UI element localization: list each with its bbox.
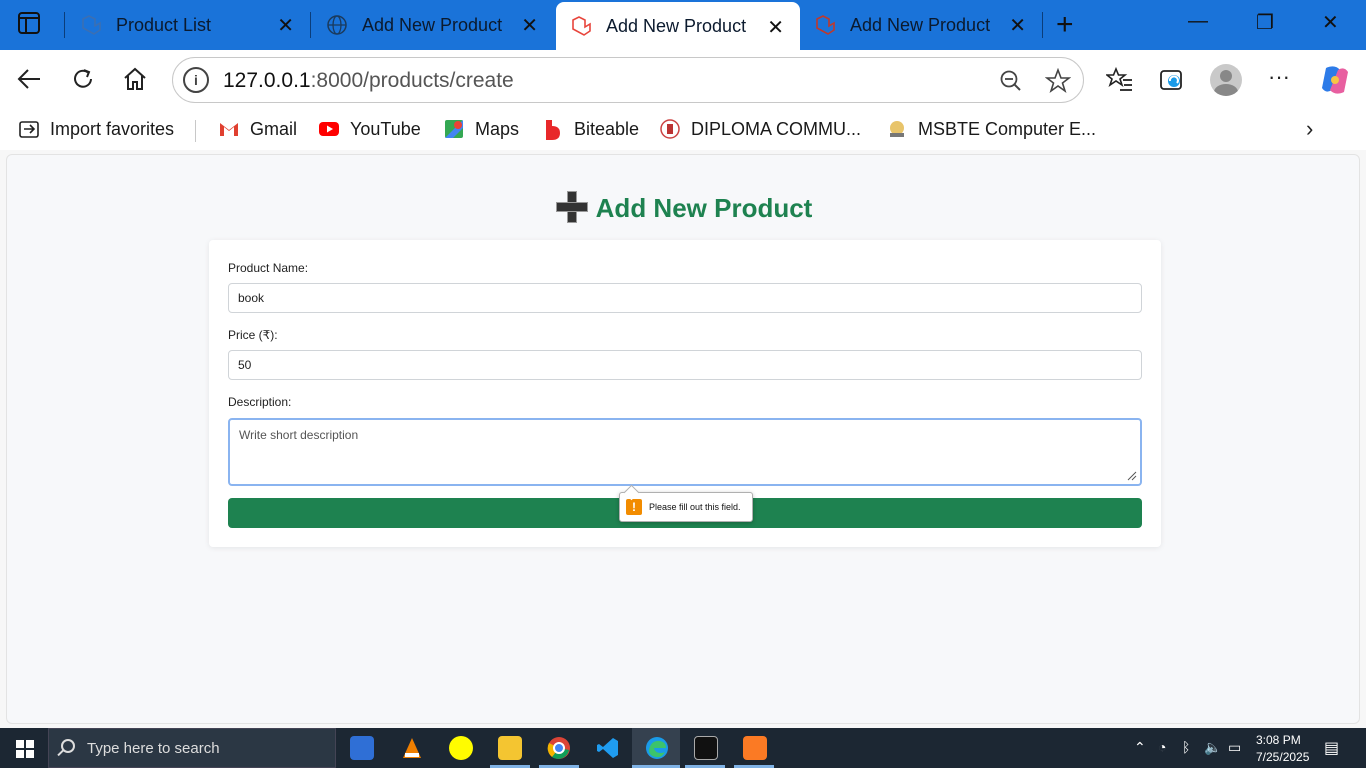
search-icon (61, 739, 75, 753)
validation-tooltip: ! Please fill out this field. (619, 492, 753, 522)
snapchat-icon[interactable] (449, 736, 473, 760)
biteable-icon (546, 120, 560, 140)
site-info-icon[interactable]: i (183, 67, 209, 93)
close-tab-icon[interactable]: ✕ (1009, 13, 1026, 38)
maps-icon (445, 120, 463, 138)
volume-icon[interactable]: 🔈 (1204, 739, 1221, 756)
file-explorer-icon[interactable] (498, 736, 522, 760)
new-tab-icon[interactable]: + (1056, 8, 1074, 42)
battery-icon[interactable]: ▭ (1228, 739, 1241, 756)
favorite-maps[interactable]: Maps (443, 118, 519, 140)
vscode-icon[interactable] (596, 736, 620, 760)
tab-title: Add New Product (362, 14, 503, 35)
notifications-icon[interactable]: ▤ (1324, 738, 1339, 758)
tab-separator (310, 12, 311, 38)
home-icon[interactable] (120, 64, 150, 94)
close-tab-icon[interactable]: ✕ (277, 13, 294, 38)
price-label: Price (₹): (228, 328, 278, 342)
taskbar-search-box[interactable]: Type here to search (48, 728, 336, 768)
description-placeholder: Write short description (239, 428, 359, 442)
close-window-icon[interactable]: ✕ (1322, 10, 1339, 35)
browser-title-bar: Product List ✕ Add New Product ✕ Add New… (0, 0, 1366, 50)
favorite-import[interactable]: Import favorites (18, 118, 174, 140)
windows-start-icon[interactable] (16, 740, 34, 758)
wifi-icon[interactable]: ◔ (1158, 739, 1166, 755)
product-name-input[interactable]: book (228, 283, 1142, 313)
favorites-separator (195, 120, 196, 142)
tab-product-list[interactable]: Product List ✕ (66, 0, 310, 50)
price-input[interactable]: 50 (228, 350, 1142, 380)
import-icon (19, 121, 39, 138)
page-title: Add New Product (7, 191, 1361, 224)
refresh-icon[interactable] (68, 64, 98, 94)
favorite-gmail[interactable]: Gmail (218, 118, 297, 140)
edge-icon[interactable] (645, 736, 669, 760)
address-bar-row: i 127.0.0.1:8000/products/create ··· (0, 50, 1366, 110)
terminal-icon[interactable] (694, 736, 718, 760)
laravel-icon (816, 15, 835, 35)
clock-time[interactable]: 3:08 PM (1256, 733, 1301, 747)
youtube-icon (319, 122, 339, 136)
resize-handle-icon[interactable] (1127, 471, 1137, 481)
back-icon[interactable] (14, 64, 44, 94)
windows-taskbar: Type here to search ⌃ ◔ ᛒ 🔈 ▭ 3:08 PM 7/… (0, 728, 1366, 768)
tab-title: Product List (116, 14, 212, 35)
xampp-icon[interactable] (743, 736, 767, 760)
chrome-icon[interactable] (547, 736, 571, 760)
favorite-diploma[interactable]: DIPLOMA COMMU... (659, 118, 861, 140)
tab-actions-icon[interactable] (18, 12, 40, 34)
clock-date[interactable]: 7/25/2025 (1256, 750, 1309, 764)
vlc-icon[interactable] (400, 736, 424, 760)
validation-message: Please fill out this field. (649, 502, 741, 512)
favorite-star-icon[interactable] (1045, 68, 1071, 94)
tab-add-new-product[interactable]: Add New Product ✕ (312, 0, 554, 50)
address-bar[interactable]: i 127.0.0.1:8000/products/create (172, 57, 1084, 103)
chevron-right-icon[interactable]: › (1306, 116, 1313, 142)
favorite-youtube[interactable]: YouTube (318, 118, 421, 140)
favorites-bar: Import favorites Gmail YouTube Maps Bite… (0, 110, 1366, 150)
gmail-icon (220, 123, 238, 136)
collections-icon[interactable] (1158, 66, 1186, 94)
microsoft-store-icon[interactable] (350, 736, 374, 760)
chevron-up-icon[interactable]: ⌃ (1134, 739, 1146, 756)
globe-icon (327, 15, 347, 35)
close-tab-icon[interactable]: ✕ (767, 15, 784, 40)
taskbar-search-placeholder: Type here to search (87, 739, 220, 757)
tab-add-new-product-2[interactable]: Add New Product ✕ (800, 0, 1042, 50)
favorite-msbte[interactable]: MSBTE Computer E... (886, 118, 1096, 140)
tab-title: Add New Product (850, 14, 991, 35)
web-page: Add New Product Product Name: book Price… (6, 154, 1360, 724)
diploma-icon (660, 119, 680, 139)
tab-separator (1042, 12, 1043, 38)
description-label: Description: (228, 395, 292, 409)
restore-icon[interactable]: ❐ (1256, 10, 1274, 35)
tab-title: Add New Product (606, 15, 747, 36)
favorite-biteable[interactable]: Biteable (542, 118, 639, 140)
minimize-icon[interactable]: — (1188, 10, 1208, 33)
laravel-icon (82, 15, 101, 35)
bluetooth-icon[interactable]: ᛒ (1182, 739, 1190, 755)
description-textarea[interactable]: Write short description (228, 418, 1142, 486)
plus-icon (555, 191, 588, 223)
url-text[interactable]: 127.0.0.1:8000/products/create (223, 69, 514, 93)
product-name-label: Product Name: (228, 261, 309, 275)
warning-icon: ! (626, 499, 642, 515)
msbte-icon (890, 121, 904, 137)
tab-add-new-product-active[interactable]: Add New Product ✕ (556, 2, 800, 50)
zoom-out-icon[interactable] (999, 69, 1023, 93)
close-tab-icon[interactable]: ✕ (521, 13, 538, 38)
laravel-icon (572, 16, 591, 36)
more-options-icon[interactable]: ··· (1268, 64, 1290, 90)
favorites-icon[interactable] (1106, 66, 1134, 94)
profile-avatar[interactable] (1210, 64, 1242, 96)
copilot-icon[interactable] (1318, 64, 1352, 96)
tab-separator (64, 12, 65, 38)
